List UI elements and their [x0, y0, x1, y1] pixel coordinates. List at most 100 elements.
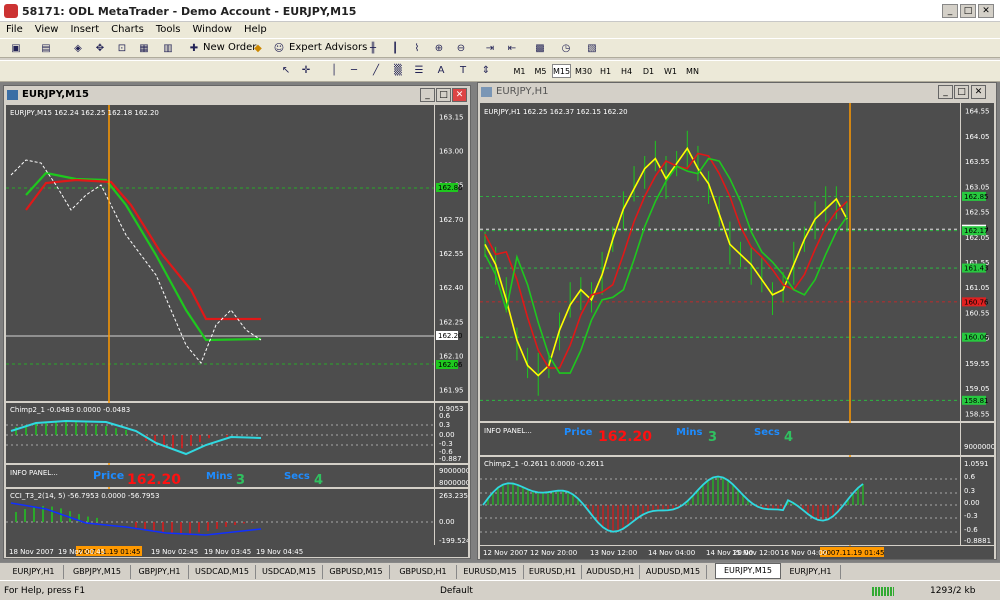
tab-chart[interactable]: EURUSD,M15 [457, 565, 524, 579]
line-chart-icon[interactable]: ⌇ [409, 41, 425, 56]
chart-tabs: EURJPY,H1 GBPJPY,M15 GBPJPY,H1 USDCAD,M1… [0, 562, 1000, 580]
history-center-icon[interactable]: ▥ [160, 41, 176, 56]
timeframe-m1[interactable]: M1 [510, 64, 529, 78]
timeframe-w1[interactable]: W1 [661, 64, 680, 78]
menu-tools[interactable]: Tools [150, 22, 187, 37]
chart-minimize-button[interactable]: _ [938, 85, 953, 99]
text-label-icon[interactable]: T [455, 63, 471, 78]
chart-window-title-bar[interactable]: EURJPY,H1 _ □ ✕ [478, 83, 996, 101]
right-price-tag-text: 158.81 [964, 397, 989, 405]
left-main-plot [6, 105, 434, 401]
left-time-label: 18 Nov 2007 [9, 548, 54, 556]
left-chimp-tick: -0.3 [439, 440, 453, 448]
chart-minimize-button[interactable]: _ [420, 88, 435, 102]
menu-window[interactable]: Window [187, 22, 238, 37]
periods-icon[interactable]: ◷ [558, 41, 574, 56]
indicators-icon[interactable]: ▩ [532, 41, 548, 56]
status-bar: For Help, press F1 Default 1293/2 kb [0, 580, 1000, 600]
menu-charts[interactable]: Charts [105, 22, 150, 37]
candlestick-icon[interactable]: ┃ [387, 41, 403, 56]
new-chart-icon[interactable]: ▣ [8, 41, 24, 56]
vertical-line-icon[interactable]: │ [326, 63, 342, 78]
tab-chart[interactable]: AUDUSD,H1 [582, 565, 640, 579]
tab-chart[interactable]: GBPJPY,M15 [64, 565, 131, 579]
tab-chart[interactable]: EURJPY,H1 [781, 565, 841, 579]
menu-view[interactable]: View [29, 22, 65, 37]
chart-window-eurjpy-h1[interactable]: EURJPY,H1 _ □ ✕ 164.55 164.05 163.55 163.05… [477, 82, 997, 560]
tab-chart[interactable]: EURJPY,H1 [4, 565, 64, 579]
left-ohlc-label: EURJPY,M15 162.24 162.25 162.18 162.20 [10, 109, 159, 117]
left-info-mins-value: 3 [236, 473, 245, 488]
left-chart-canvas[interactable]: 163.15163.00162.85162.70162.55162.40162.… [6, 105, 468, 557]
templates-icon[interactable]: ▧ [584, 41, 600, 56]
new-order-icon[interactable]: ✚ [186, 41, 202, 56]
menu-file[interactable]: File [0, 22, 29, 37]
zoom-out-icon[interactable]: ⊖ [453, 41, 469, 56]
close-button[interactable]: ✕ [978, 4, 994, 18]
crosshair-icon[interactable]: ✛ [298, 63, 314, 78]
tab-chart[interactable]: GBPUSD,M15 [323, 565, 390, 579]
expert-advisors-icon[interactable]: ☺ [271, 41, 287, 56]
new-order-button[interactable]: New Order [203, 42, 256, 53]
right-price-tick: 161.05 [965, 284, 990, 292]
chart-shift-icon[interactable]: ⇤ [504, 41, 520, 56]
text-icon[interactable]: A [433, 63, 449, 78]
auto-scroll-icon[interactable]: ⇥ [482, 41, 498, 56]
chart-close-button[interactable]: ✕ [971, 85, 986, 99]
right-info-secs-label: Secs [754, 427, 780, 438]
right-chimp-tick: -0.3 [964, 512, 978, 520]
tab-chart[interactable]: EURUSD,H1 [524, 565, 582, 579]
right-price-tick: 162.55 [965, 209, 990, 217]
timeframe-d1[interactable]: D1 [639, 64, 658, 78]
menu-help[interactable]: Help [238, 22, 273, 37]
chart-icon [481, 87, 492, 97]
timeframe-h1[interactable]: H1 [596, 64, 615, 78]
tab-chart[interactable]: USDCAD,M15 [256, 565, 323, 579]
chart-close-button[interactable]: ✕ [452, 88, 467, 102]
menu-bar: File View Insert Charts Tools Window Help [0, 22, 1000, 38]
market-watch-icon[interactable]: ◈ [70, 41, 86, 56]
tab-chart[interactable]: GBPJPY,H1 [131, 565, 189, 579]
trendline-icon[interactable]: ╱ [368, 63, 384, 78]
minimize-button[interactable]: _ [942, 4, 958, 18]
chart-maximize-button[interactable]: □ [954, 85, 969, 99]
right-info-mins-value: 3 [708, 430, 717, 445]
timeframe-mn[interactable]: MN [683, 64, 702, 78]
chart-window-title-bar[interactable]: EURJPY,M15 _ □ ✕ [4, 86, 470, 104]
chart-window-eurjpy-m15[interactable]: EURJPY,M15 _ □ ✕ 163.15163.00162.85162.7… [3, 85, 471, 559]
timeframe-h4[interactable]: H4 [617, 64, 636, 78]
strategy-tester-icon[interactable]: ▦ [136, 41, 152, 56]
terminal-icon[interactable]: ⊡ [114, 41, 130, 56]
fibonacci-icon[interactable]: ☰ [411, 63, 427, 78]
navigator-icon[interactable]: ✥ [92, 41, 108, 56]
right-price-tag-text: 162.17 [964, 227, 989, 235]
bar-chart-icon[interactable]: ╫ [365, 41, 381, 56]
tab-chart[interactable]: USDCAD,M15 [189, 565, 256, 579]
profiles-icon[interactable]: ▤ [38, 41, 54, 56]
tab-chart-active[interactable]: EURJPY,M15 [715, 563, 781, 579]
metaeditor-icon[interactable]: ◆ [250, 41, 266, 56]
chart-icon [7, 90, 18, 100]
chart-maximize-button[interactable]: □ [436, 88, 451, 102]
tab-chart[interactable]: GBPUSD,H1 [390, 565, 457, 579]
channel-icon[interactable]: ▒ [390, 63, 406, 78]
zoom-in-icon[interactable]: ⊕ [431, 41, 447, 56]
left-info-axis-label: 8000000 [439, 479, 468, 487]
menu-insert[interactable]: Insert [64, 22, 105, 37]
arrows-icon[interactable]: ⇕ [478, 63, 494, 78]
left-green-tag-text: 162.86 [438, 184, 463, 192]
tab-chart[interactable]: AUDUSD,M15 [640, 565, 707, 579]
right-chimp-tick: -0.8881 [964, 537, 991, 545]
expert-advisors-button[interactable]: Expert Advisors [289, 42, 367, 53]
timeframe-m5[interactable]: M5 [531, 64, 550, 78]
left-price-tick: 162.40 [439, 284, 464, 292]
maximize-button[interactable]: □ [960, 4, 976, 18]
cursor-icon[interactable]: ↖ [278, 63, 294, 78]
timeframe-m30[interactable]: M30 [574, 64, 593, 78]
left-price-tick: 162.70 [439, 216, 464, 224]
right-time-label: 12 Nov 20:00 [530, 549, 577, 557]
horizontal-line-icon[interactable]: ─ [346, 63, 362, 78]
left-cci-tick: 263.2353 [439, 492, 468, 500]
right-chart-canvas[interactable]: 164.55164.05163.55163.05162.55162.05161.… [480, 103, 994, 559]
timeframe-m15[interactable]: M15 [552, 64, 571, 78]
